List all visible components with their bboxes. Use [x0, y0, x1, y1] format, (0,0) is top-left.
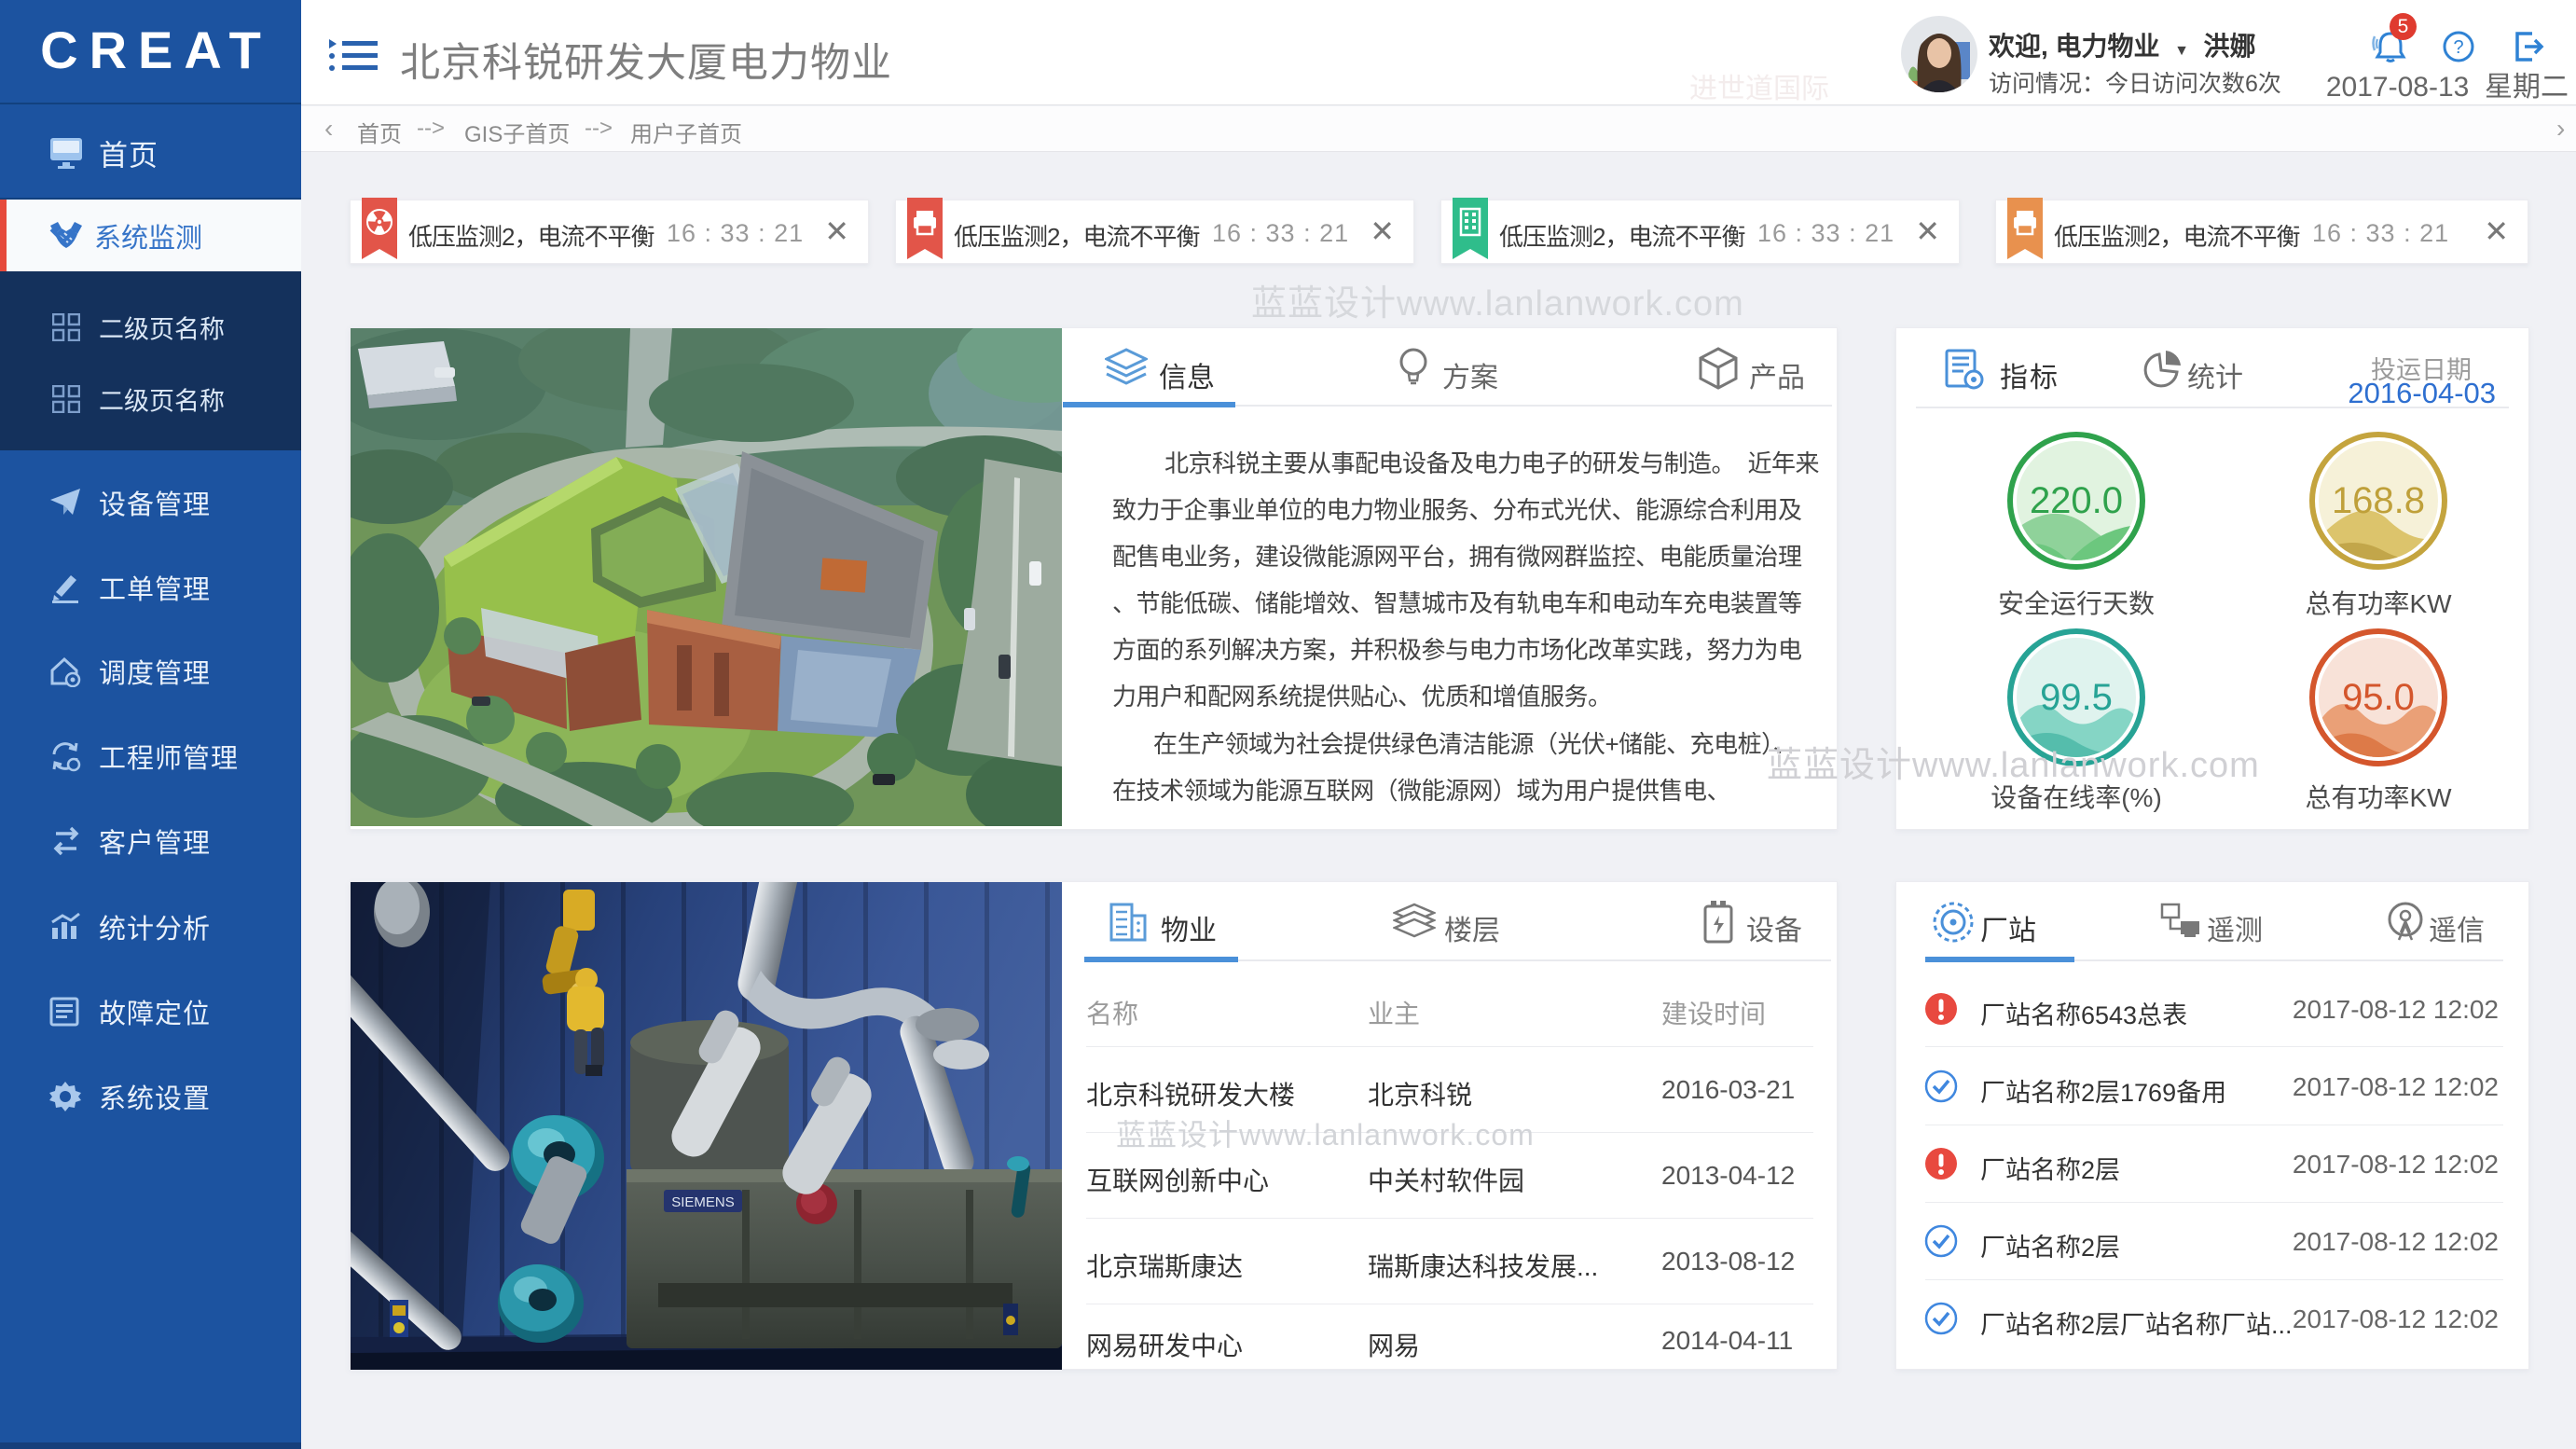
- svg-text:95.0: 95.0: [2342, 677, 2415, 718]
- svg-text:168.8: 168.8: [2332, 480, 2425, 521]
- svg-text:SIEMENS: SIEMENS: [671, 1194, 735, 1210]
- svg-text:?: ?: [2453, 37, 2463, 58]
- svg-text:220.0: 220.0: [2030, 480, 2123, 521]
- svg-text:99.5: 99.5: [2040, 677, 2113, 718]
